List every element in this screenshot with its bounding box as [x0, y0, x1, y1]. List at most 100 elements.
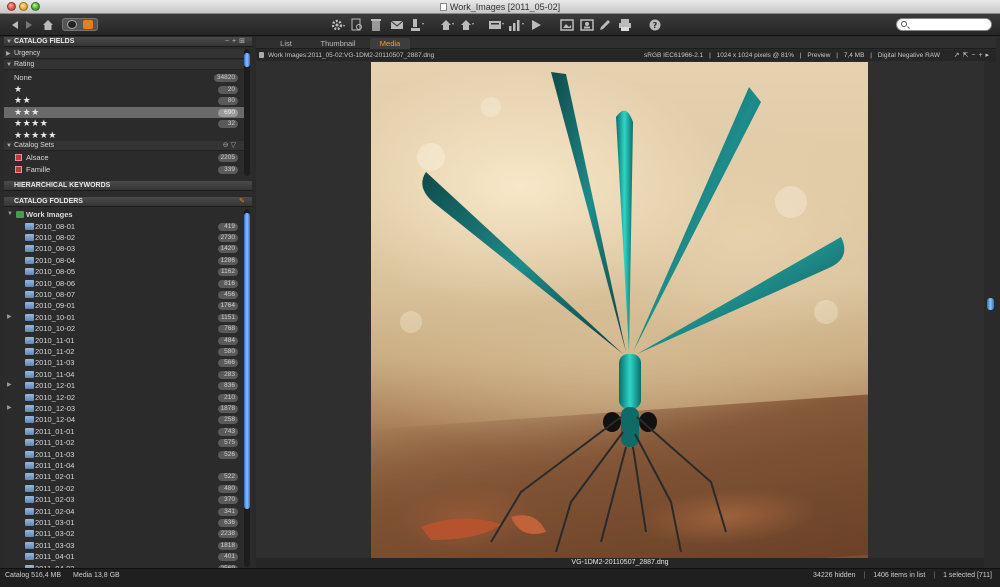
back-arrow-icon[interactable] [8, 17, 20, 33]
folder-item[interactable]: 2011_03-02 2238 [4, 528, 244, 539]
collapse-triangle-icon[interactable]: ▼ [6, 60, 12, 70]
tab-media[interactable]: Media [370, 38, 410, 49]
rating-section[interactable]: ▼ Rating [4, 60, 244, 70]
rating-item-2-stars[interactable]: ★★ 80 [4, 95, 244, 106]
folder-item[interactable]: 2010_08-02 2730 [4, 232, 244, 243]
info-icon[interactable] [67, 20, 77, 29]
slideshow-settings-icon[interactable] [488, 17, 506, 33]
folder-options-icon[interactable]: ✎ [239, 197, 248, 207]
search-field[interactable] [896, 18, 992, 31]
folder-item[interactable]: 2010_08-07 456 [4, 289, 244, 300]
folder-item[interactable]: 2011_01-04 [4, 460, 244, 471]
play-icon[interactable] [530, 17, 542, 33]
folder-item[interactable]: 2010_11-04 283 [4, 369, 244, 380]
folder-item[interactable]: 2010_12-02 210 [4, 392, 244, 403]
collapse-triangle-icon[interactable]: ▼ [6, 141, 12, 151]
panel-controls[interactable]: −+⊞ [225, 37, 248, 47]
folder-item[interactable]: 2010_08-03 1420 [4, 243, 244, 254]
scrollbar-thumb[interactable] [244, 53, 250, 67]
folder-item[interactable]: 2011_01-01 743 [4, 426, 244, 437]
preview-mode-icon[interactable] [83, 20, 93, 29]
folders-scrollbar[interactable] [244, 209, 250, 567]
folder-item[interactable]: 2011_02-01 522 [4, 471, 244, 482]
folder-item[interactable]: 2010_08-01 419 [4, 221, 244, 232]
collapse-triangle-icon[interactable]: ▼ [7, 209, 13, 220]
folder-item[interactable]: 2010_09-01 1764 [4, 300, 244, 311]
pencil-icon[interactable] [598, 17, 612, 33]
folder-item[interactable]: 2011_02-03 370 [4, 494, 244, 505]
catalog-folders-header[interactable]: CATALOG FOLDERS ✎ [4, 197, 252, 207]
tab-thumbnail[interactable]: Thumbnail [314, 38, 362, 49]
folder-item[interactable]: 2011_04-01 401 [4, 551, 244, 562]
folder-item[interactable]: 2010_11-03 566 [4, 357, 244, 368]
catalog-set-famille[interactable]: Famille 339 [4, 164, 244, 175]
expand-triangle-icon[interactable]: ▶ [6, 49, 11, 59]
folder-item[interactable]: 2010_10-02 768 [4, 323, 244, 334]
expand-triangle-icon[interactable]: ▶ [7, 403, 12, 414]
print-icon[interactable] [618, 17, 632, 33]
count-badge: 258 [218, 416, 238, 425]
import-icon[interactable] [410, 17, 426, 33]
view-mode-toggle[interactable] [62, 18, 98, 31]
folder-item[interactable]: 2010_08-04 1286 [4, 255, 244, 266]
folder-icon [16, 211, 24, 218]
rating-item-3-stars[interactable]: ★★★ 690 [4, 106, 244, 118]
tab-list[interactable]: List [268, 38, 304, 49]
folder-item[interactable]: 2010_08-05 1162 [4, 266, 244, 277]
folder-item[interactable]: ▶ 2010_12-03 1878 [4, 403, 244, 414]
count-badge: 419 [218, 222, 238, 231]
gear-icon[interactable] [330, 17, 346, 33]
folder-item[interactable]: 2010_11-01 484 [4, 335, 244, 346]
folder-item[interactable]: 2011_02-02 480 [4, 483, 244, 494]
folder-icon [25, 336, 34, 344]
zoom-controls[interactable]: ↗⇱−+▸ [954, 50, 992, 61]
search-input[interactable] [910, 19, 988, 30]
help-icon[interactable]: ? [648, 17, 662, 33]
folder-item[interactable]: 2011_03-01 636 [4, 517, 244, 528]
trash-icon[interactable] [370, 17, 382, 33]
folder-root-work-images[interactable]: ▼ Work Images [4, 209, 244, 220]
scrollbar-thumb[interactable] [987, 298, 994, 310]
image-frame-icon[interactable] [560, 17, 574, 33]
catalog-fields-header[interactable]: ▼ CATALOG FIELDS −+⊞ [4, 37, 252, 47]
folder-item[interactable]: ▶ 2010_12-01 836 [4, 380, 244, 391]
rating-item-5-stars[interactable]: ★★★★★ [4, 130, 244, 141]
folder-item[interactable]: 2010_12-04 258 [4, 414, 244, 425]
mail-icon[interactable] [390, 17, 404, 33]
rating-item-4-stars[interactable]: ★★★★ 32 [4, 118, 244, 129]
catalog-sync-icon[interactable] [460, 17, 476, 33]
catalog-sets-section[interactable]: ▼ Catalog Sets ⊖ ▽ [4, 141, 244, 151]
folder-item[interactable]: 2010_11-02 580 [4, 346, 244, 357]
chart-icon[interactable] [508, 17, 526, 33]
folder-icon [25, 359, 34, 367]
collapse-triangle-icon[interactable]: ▼ [6, 37, 12, 47]
expand-triangle-icon[interactable]: ▶ [7, 312, 12, 323]
folder-item[interactable]: ▶ 2010_10-01 1151 [4, 312, 244, 323]
home-icon[interactable] [42, 17, 54, 33]
folder-item[interactable]: 2011_03-03 1818 [4, 540, 244, 551]
rating-item-none[interactable]: None 34820 [4, 72, 244, 83]
folder-item[interactable]: 2011_02-04 341 [4, 506, 244, 517]
hierarchical-keywords-header[interactable]: HIERARCHICAL KEYWORDS [4, 181, 252, 191]
expand-triangle-icon[interactable]: ▶ [7, 380, 12, 391]
catalog-sets-label: Catalog Sets [14, 142, 55, 149]
folder-icon [25, 541, 34, 549]
folder-item[interactable]: 2011_01-02 575 [4, 437, 244, 448]
catalog-sets-options-icon[interactable]: ⊖ ▽ [223, 141, 236, 151]
portrait-icon[interactable] [580, 17, 594, 33]
forward-arrow-icon[interactable] [24, 17, 36, 33]
folder-item[interactable]: 2011_01-03 526 [4, 449, 244, 460]
media-viewer[interactable] [256, 61, 984, 558]
catalog-home-icon[interactable] [440, 17, 456, 33]
count-badge: 1286 [217, 256, 238, 265]
urgency-section[interactable]: ▶ Urgency [4, 49, 244, 59]
lock-icon[interactable] [259, 52, 264, 58]
viewer-scrollbar[interactable] [984, 61, 996, 558]
find-document-icon[interactable] [350, 17, 364, 33]
rating-item-1-star[interactable]: ★ 20 [4, 84, 244, 95]
catalog-set-alsace[interactable]: Alsace 2205 [4, 152, 244, 163]
scrollbar-thumb[interactable] [244, 213, 250, 509]
catalog-fields-scrollbar[interactable] [244, 49, 250, 176]
folder-label: 2011_03-03 [35, 540, 75, 550]
folder-item[interactable]: 2010_08-06 816 [4, 278, 244, 289]
